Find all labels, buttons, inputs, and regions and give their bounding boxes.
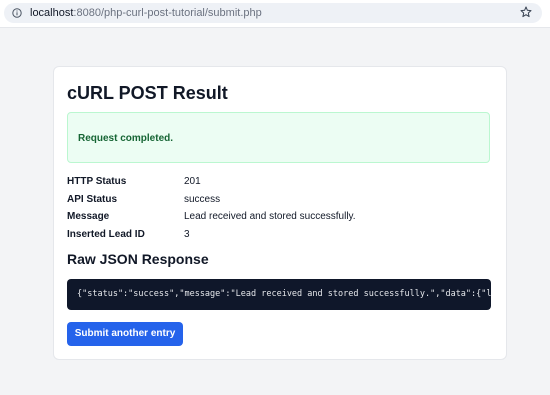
url-text[interactable]: localhost:8080/php-curl-post-tutorial/su… <box>30 7 262 19</box>
detail-value: Lead received and stored successfully. <box>184 211 356 222</box>
response-details: HTTP Status 201 API Status success Messa… <box>67 176 487 246</box>
raw-json-block[interactable]: {"status":"success","message":"Lead rece… <box>67 279 491 310</box>
success-alert: Request completed. <box>67 112 490 163</box>
url-path: :8080/php-curl-post-tutorial/submit.php <box>73 7 262 19</box>
detail-row-lead-id: Inserted Lead ID 3 <box>67 229 487 247</box>
detail-row-message: Message Lead received and stored success… <box>67 211 487 229</box>
detail-label: API Status <box>67 193 118 205</box>
detail-label: Message <box>67 211 110 222</box>
raw-json-heading: Raw JSON Response <box>67 251 209 267</box>
raw-json-text: {"status":"success","message":"Lead rece… <box>77 289 491 299</box>
star-icon[interactable] <box>520 6 532 18</box>
detail-row-http-status: HTTP Status 201 <box>67 176 487 194</box>
info-icon[interactable] <box>12 8 22 18</box>
detail-value: success <box>184 193 221 205</box>
url-host: localhost <box>30 7 74 19</box>
detail-label: Inserted Lead ID <box>67 228 145 240</box>
page-title: cURL POST Result <box>67 83 228 103</box>
alert-message: Request completed. <box>78 133 174 144</box>
address-bar[interactable]: localhost:8080/php-curl-post-tutorial/su… <box>4 3 542 23</box>
result-card: cURL POST Result Request completed. HTTP… <box>53 66 507 360</box>
browser-toolbar: localhost:8080/php-curl-post-tutorial/su… <box>0 0 550 28</box>
detail-value: 201 <box>184 176 201 187</box>
detail-value: 3 <box>184 228 190 240</box>
detail-row-api-status: API Status success <box>67 194 487 212</box>
submit-another-button[interactable]: Submit another entry <box>67 322 183 346</box>
detail-label: HTTP Status <box>67 176 127 187</box>
